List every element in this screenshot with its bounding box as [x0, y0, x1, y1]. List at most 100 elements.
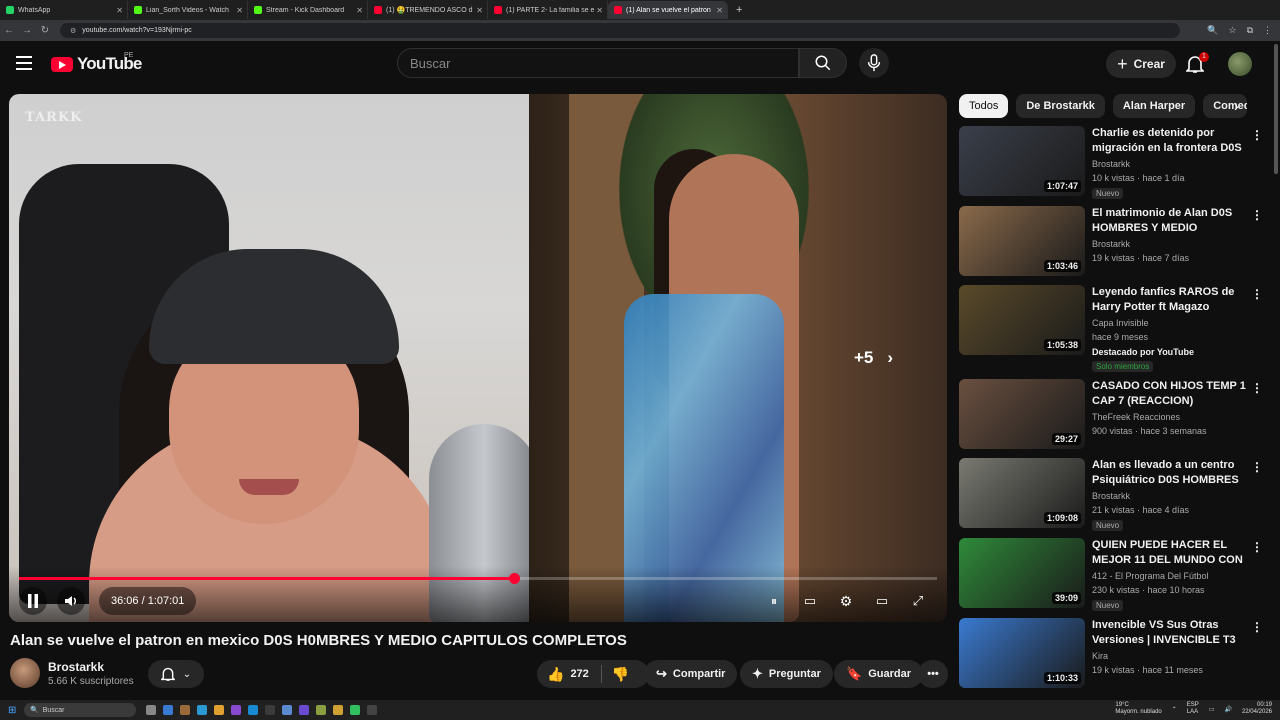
app-icon[interactable] — [265, 705, 275, 715]
account-avatar[interactable] — [1228, 52, 1252, 76]
more-vertical-icon[interactable]: ⋮ — [1251, 381, 1263, 395]
theater-mode-icon[interactable]: ▭ — [871, 590, 893, 612]
filter-chip[interactable]: Todos — [959, 94, 1009, 118]
search-button[interactable] — [799, 48, 847, 78]
browser-tab[interactable]: Lian_Sorth Videos - Watch ✕ — [128, 1, 248, 19]
search-input[interactable]: Buscar — [397, 48, 799, 78]
recommended-video[interactable]: 1:03:46 El matrimonio de Alan D0S HOMBRES… — [959, 206, 1263, 280]
recommended-channel[interactable]: TheFreek Reacciones — [1092, 412, 1180, 422]
site-info-icon[interactable]: ⚙ — [70, 27, 76, 35]
recommended-title[interactable]: Alan es llevado a un centro Psiquiátrico… — [1092, 458, 1247, 488]
like-button[interactable]: 👍 272 — [547, 666, 589, 683]
video-thumbnail[interactable]: 29:27 — [959, 379, 1085, 449]
tab-close-icon[interactable]: ✕ — [116, 6, 123, 15]
tray-chevron-icon[interactable]: ⌃ — [1172, 706, 1177, 713]
video-thumbnail[interactable]: 1:07:47 — [959, 126, 1085, 196]
video-thumbnail[interactable]: 1:05:38 — [959, 285, 1085, 355]
share-button[interactable]: ↪ Compartir — [644, 660, 738, 688]
youtube-logo[interactable]: YouTube PE — [51, 52, 142, 74]
filter-chip[interactable]: Comed — [1203, 94, 1248, 118]
tab-close-icon[interactable]: ✕ — [236, 6, 243, 15]
voice-search-button[interactable] — [859, 48, 889, 78]
browser-menu-icon[interactable]: ⋮ — [1263, 25, 1272, 36]
network-icon[interactable]: ▭ — [1209, 706, 1215, 713]
recommended-channel[interactable]: Brostarkk — [1092, 159, 1130, 169]
more-vertical-icon[interactable]: ⋮ — [1251, 208, 1263, 222]
pause-button[interactable] — [19, 587, 47, 615]
recommended-channel[interactable]: Capa Invisible — [1092, 318, 1149, 328]
browser-tab[interactable]: Stream - Kick Dashboard ✕ — [248, 1, 368, 19]
reload-icon[interactable]: ↻ — [36, 25, 54, 36]
clock[interactable]: 00:19 22/04/2026 — [1242, 702, 1272, 716]
video-player[interactable]: TARKK +5 › 36:06 / 1:07:01 ⏸ ▭ ⚙ ▭ ⤢ — [9, 94, 947, 622]
autoplay-toggle-icon[interactable]: ⏸ — [763, 590, 785, 612]
save-button[interactable]: 🔖 Guardar — [834, 660, 923, 688]
video-thumbnail[interactable]: 1:10:33 — [959, 618, 1085, 688]
taskbar-search[interactable]: 🔍 Buscar — [24, 703, 136, 717]
back-icon[interactable]: ← — [0, 25, 18, 36]
edge-icon[interactable] — [248, 705, 258, 715]
more-vertical-icon[interactable]: ⋮ — [1251, 460, 1263, 474]
settings-gear-icon[interactable]: ⚙ — [835, 590, 857, 612]
recommended-video[interactable]: 1:05:38 Leyendo fanfics RAROS de Harry Po… — [959, 285, 1263, 372]
volume-tray-icon[interactable]: 🔊 — [1224, 706, 1231, 713]
tab-close-icon[interactable]: ✕ — [356, 6, 363, 15]
app-icon[interactable] — [197, 705, 207, 715]
hamburger-menu-icon[interactable] — [16, 56, 32, 70]
chrome-icon[interactable] — [333, 705, 343, 715]
video-thumbnail[interactable]: 39:09 — [959, 538, 1085, 608]
more-actions-button[interactable]: ••• — [918, 660, 948, 688]
app-icon[interactable] — [163, 705, 173, 715]
recommended-title[interactable]: Leyendo fanfics RAROS de Harry Potter ft… — [1092, 285, 1247, 315]
subtitles-icon[interactable]: ▭ — [799, 590, 821, 612]
recommended-title[interactable]: Invencible VS Sus Otras Versiones | INVE… — [1092, 618, 1247, 648]
video-thumbnail[interactable]: 1:09:08 — [959, 458, 1085, 528]
windows-start-icon[interactable]: ⊞ — [8, 705, 16, 716]
filter-chip[interactable]: Alan Harper — [1112, 94, 1196, 118]
address-field[interactable]: ⚙ youtube.com/watch?v=193Njrmi-pc — [60, 23, 1180, 38]
recommended-channel[interactable]: Brostarkk — [1092, 239, 1130, 249]
recommended-video[interactable]: 29:27 CASADO CON HIJOS TEMP 1 CAP 7 (REAC… — [959, 379, 1263, 453]
recommended-title[interactable]: CASADO CON HIJOS TEMP 1 CAP 7 (REACCION) — [1092, 379, 1247, 409]
channel-avatar[interactable] — [10, 658, 40, 688]
recommended-video[interactable]: 39:09 QUIEN PUEDE HACER EL MEJOR 11 DEL M… — [959, 538, 1263, 612]
app-icon[interactable] — [214, 705, 224, 715]
ask-button[interactable]: ✦ Preguntar — [740, 660, 833, 688]
volume-button[interactable] — [57, 587, 85, 615]
recommended-channel[interactable]: Brostarkk — [1092, 491, 1130, 501]
app-icon[interactable] — [180, 705, 190, 715]
weather-widget[interactable]: 19°C Mayorm. nublado — [1115, 702, 1161, 716]
browser-tab[interactable]: (1) PARTE 2- La familia se e ✕ — [488, 1, 608, 19]
progress-bar[interactable] — [19, 573, 937, 584]
recommended-title[interactable]: El matrimonio de Alan D0S HOMBRES Y MEDI… — [1092, 206, 1247, 236]
app-icon[interactable] — [316, 705, 326, 715]
new-tab-button[interactable]: + — [728, 4, 750, 16]
app-icon[interactable] — [299, 705, 309, 715]
browser-tab[interactable]: (1) Alan se vuelve el patron ✕ — [608, 1, 728, 19]
dislike-button[interactable]: 👎 — [612, 666, 629, 683]
app-icon[interactable] — [231, 705, 241, 715]
bookmark-star-icon[interactable]: ☆ — [1228, 25, 1236, 36]
recommended-channel[interactable]: Kira — [1092, 651, 1108, 661]
app-icon[interactable] — [350, 705, 360, 715]
tab-close-icon[interactable]: ✕ — [716, 6, 723, 15]
zoom-icon[interactable]: 🔍 — [1207, 25, 1218, 36]
create-button[interactable]: + Crear — [1106, 50, 1176, 78]
filter-chip[interactable]: De Brostarkk — [1016, 94, 1105, 118]
subscription-bell-button[interactable]: ⌄ — [148, 660, 204, 688]
channel-name[interactable]: Brostarkk — [48, 660, 104, 674]
app-icon[interactable] — [367, 705, 377, 715]
recommended-title[interactable]: Charlie es detenido por migración en la … — [1092, 126, 1247, 156]
recommended-title[interactable]: QUIEN PUEDE HACER EL MEJOR 11 DEL MUNDO … — [1092, 538, 1247, 568]
skip-forward-indicator[interactable]: +5 › — [854, 348, 893, 368]
recommended-channel[interactable]: 412 - El Programa Del Fútbol — [1092, 571, 1209, 581]
language-indicator[interactable]: ESP LAA — [1187, 702, 1199, 716]
task-view-icon[interactable] — [146, 705, 156, 715]
recommended-video[interactable]: 1:09:08 Alan es llevado a un centro Psiqu… — [959, 458, 1263, 532]
extensions-icon[interactable]: ⧉ — [1247, 25, 1253, 36]
app-icon[interactable] — [282, 705, 292, 715]
chips-next-chevron-icon[interactable]: › — [1234, 98, 1239, 114]
more-vertical-icon[interactable]: ⋮ — [1251, 287, 1263, 301]
more-vertical-icon[interactable]: ⋮ — [1251, 620, 1263, 634]
more-vertical-icon[interactable]: ⋮ — [1251, 540, 1263, 554]
